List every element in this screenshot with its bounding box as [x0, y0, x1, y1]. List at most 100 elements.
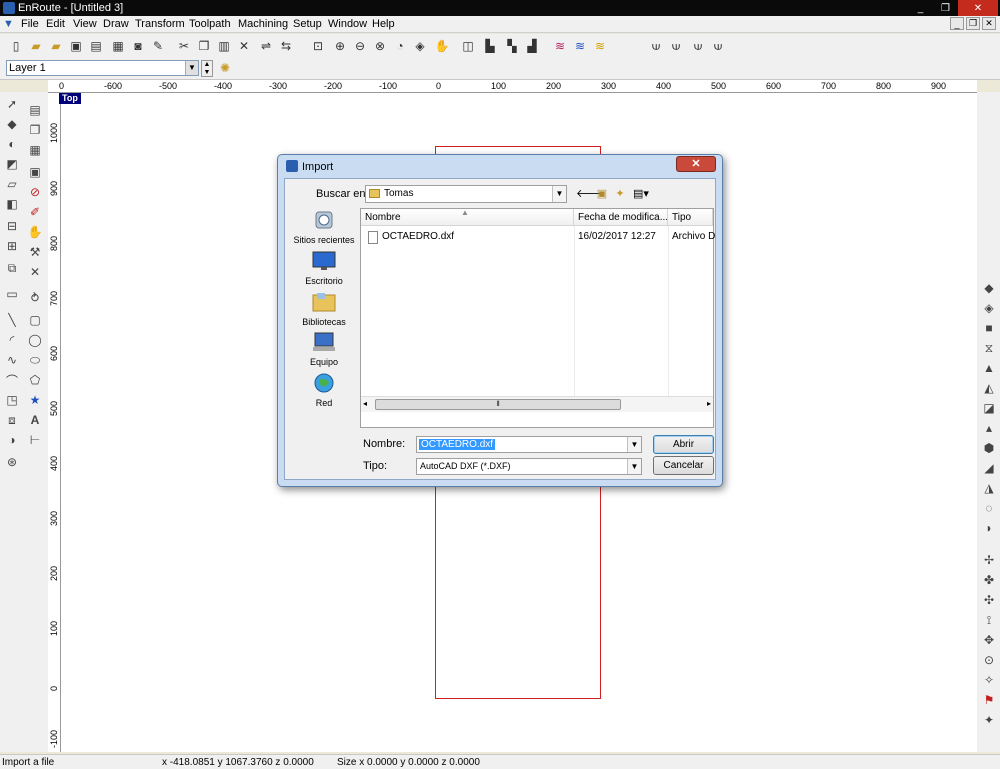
star-icon[interactable]: ★	[27, 392, 43, 408]
dialog-close-button[interactable]: ✕	[676, 156, 716, 172]
path-tool-1-icon[interactable]: ✢	[981, 552, 997, 568]
file-row[interactable]: OCTAEDRO.dxf 16/02/2017 12:27 Archivo D	[361, 229, 715, 245]
node-edit-icon[interactable]: ◆	[4, 116, 20, 132]
pencil-icon[interactable]: ✎	[150, 38, 166, 54]
relief-6-icon[interactable]: ◭	[981, 380, 997, 396]
copy-icon[interactable]: ❐	[196, 38, 212, 54]
menu-toolpath[interactable]: Toolpath	[189, 18, 231, 30]
zoom-in-icon[interactable]: ⊕	[332, 38, 348, 54]
tool-list-icon[interactable]: ▤	[27, 102, 43, 118]
toolpath-3-icon[interactable]: ⟒	[690, 38, 706, 54]
layers-2-icon[interactable]: ≋	[572, 38, 588, 54]
column-type[interactable]: Tipo	[668, 209, 713, 226]
camera-icon[interactable]: ◙	[130, 38, 146, 54]
path-tool-3-icon[interactable]: ✣	[981, 592, 997, 608]
zoom-previous-icon[interactable]: ◔	[392, 38, 408, 54]
array-icon[interactable]: ⧉	[4, 260, 20, 276]
chevron-down-icon[interactable]: ▼	[552, 186, 566, 202]
tool-circle-icon[interactable]: ⊘	[27, 184, 43, 200]
cancel-button[interactable]: Cancelar	[653, 456, 714, 475]
layer-select[interactable]: Layer 1 ▼	[6, 60, 199, 76]
grid-icon[interactable]: ▦	[110, 38, 126, 54]
horizontal-scrollbar[interactable]: ◂ ⦀ ▸	[361, 396, 713, 412]
bitmap-icon[interactable]: ▙	[482, 38, 498, 54]
bezier-icon[interactable]: ⌒	[4, 372, 20, 388]
mdi-restore-button[interactable]: ❐	[966, 17, 980, 30]
toolpath-1-icon[interactable]: ⟒	[648, 38, 664, 54]
tool-wrench-icon[interactable]: ⚒	[27, 244, 43, 260]
trim-icon[interactable]: ⇌	[258, 38, 274, 54]
layers-3-icon[interactable]: ≋	[592, 38, 608, 54]
close-button[interactable]: ✕	[958, 0, 998, 16]
select-arrow-icon[interactable]: ➚	[4, 96, 20, 112]
line-icon[interactable]: ╲	[4, 312, 20, 328]
tool-measure-icon[interactable]: ✐	[27, 204, 43, 220]
menu-transform[interactable]: Transform	[135, 18, 185, 30]
relief-10-icon[interactable]: ◢	[981, 460, 997, 476]
layer-spinner[interactable]: ▲ ▼	[201, 60, 213, 77]
rectangle-icon[interactable]: ▢	[27, 312, 43, 328]
relief-9-icon[interactable]: ⬢	[981, 440, 997, 456]
tool-grid-icon[interactable]: ▦	[27, 142, 43, 158]
view-menu-icon[interactable]: ▤▾	[631, 187, 651, 201]
back-arrow-icon[interactable]: 🡐	[576, 187, 606, 201]
arc-icon[interactable]: ◜	[4, 332, 20, 348]
rotate-icon[interactable]: ◐	[4, 136, 20, 152]
open-button[interactable]: Abrir	[653, 435, 714, 454]
menu-window[interactable]: Window	[328, 18, 367, 30]
delete-icon[interactable]: ✕	[236, 38, 252, 54]
relief-2-icon[interactable]: ◈	[981, 300, 997, 316]
relief-4-icon[interactable]: ⧖	[981, 340, 997, 356]
column-name[interactable]: Nombre ▲	[361, 209, 574, 226]
mdi-minimize-button[interactable]: _	[950, 17, 964, 30]
mdi-close-button[interactable]: ✕	[982, 17, 996, 30]
up-folder-icon[interactable]: ▣	[595, 187, 609, 201]
place-desktop[interactable]: Escritorio	[289, 250, 359, 286]
ellipse-icon[interactable]: ⬭	[27, 352, 43, 368]
filename-input[interactable]: OCTAEDRO.dxf ▼	[416, 436, 642, 453]
zoom-window-icon[interactable]: ⊡	[310, 38, 326, 54]
relief-12-icon[interactable]: ◌	[981, 500, 997, 516]
polygon-icon[interactable]: ⬠	[27, 372, 43, 388]
fillet-icon[interactable]: ◳	[4, 392, 20, 408]
text-icon[interactable]: A	[27, 412, 43, 428]
pan-icon[interactable]: ✋	[434, 38, 450, 54]
toolpath-4-icon[interactable]: ⟒	[710, 38, 726, 54]
scale-icon[interactable]: ◩	[4, 156, 20, 172]
new-folder-icon[interactable]: ✦	[613, 187, 627, 201]
relief-3-icon[interactable]: ■	[981, 320, 997, 336]
tool-box-icon[interactable]: ▣	[27, 164, 43, 180]
look-in-select[interactable]: Tomas ▼	[365, 185, 567, 203]
offset-icon[interactable]: ⧈	[4, 412, 20, 428]
dimension-icon[interactable]: ⊢	[27, 432, 43, 448]
toolpath-2-icon[interactable]: ⟒	[668, 38, 684, 54]
path-tool-9-icon[interactable]: ✦	[981, 712, 997, 728]
paste-icon[interactable]: ▥	[216, 38, 232, 54]
join-icon[interactable]: ⇆	[278, 38, 294, 54]
relief-7-icon[interactable]: ◪	[981, 400, 997, 416]
menu-draw[interactable]: Draw	[103, 18, 129, 30]
path-tool-7-icon[interactable]: ✧	[981, 672, 997, 688]
path-tool-2-icon[interactable]: ✤	[981, 572, 997, 588]
relief-13-icon[interactable]: ◗	[981, 520, 997, 536]
column-date[interactable]: Fecha de modifica...	[574, 209, 668, 226]
view-3d-icon[interactable]: ▚	[504, 38, 520, 54]
skew-icon[interactable]: ▱	[4, 176, 20, 192]
place-network[interactable]: Red	[289, 372, 359, 408]
curve-icon[interactable]: ∿	[4, 352, 20, 368]
layers-icon[interactable]: ≋	[552, 38, 568, 54]
relief-8-icon[interactable]: ▴	[981, 420, 997, 436]
relief-5-icon[interactable]: ▲	[981, 360, 997, 376]
new-file-icon[interactable]: ▯	[8, 38, 24, 54]
menu-file[interactable]: File	[21, 18, 39, 30]
align-icon[interactable]: ⊟	[4, 218, 20, 234]
place-recent[interactable]: Sitios recientes	[289, 209, 359, 245]
save-icon[interactable]: ▣	[68, 38, 84, 54]
chevron-down-icon[interactable]: ▼	[185, 61, 198, 75]
zoom-out-icon[interactable]: ⊖	[352, 38, 368, 54]
boolean-icon[interactable]: ⊛	[4, 454, 20, 470]
place-computer[interactable]: Equipo	[289, 331, 359, 367]
envelope-icon[interactable]: ▭	[4, 286, 20, 302]
relief-1-icon[interactable]: ◆	[981, 280, 997, 296]
import-icon[interactable]: ▰	[48, 38, 64, 54]
